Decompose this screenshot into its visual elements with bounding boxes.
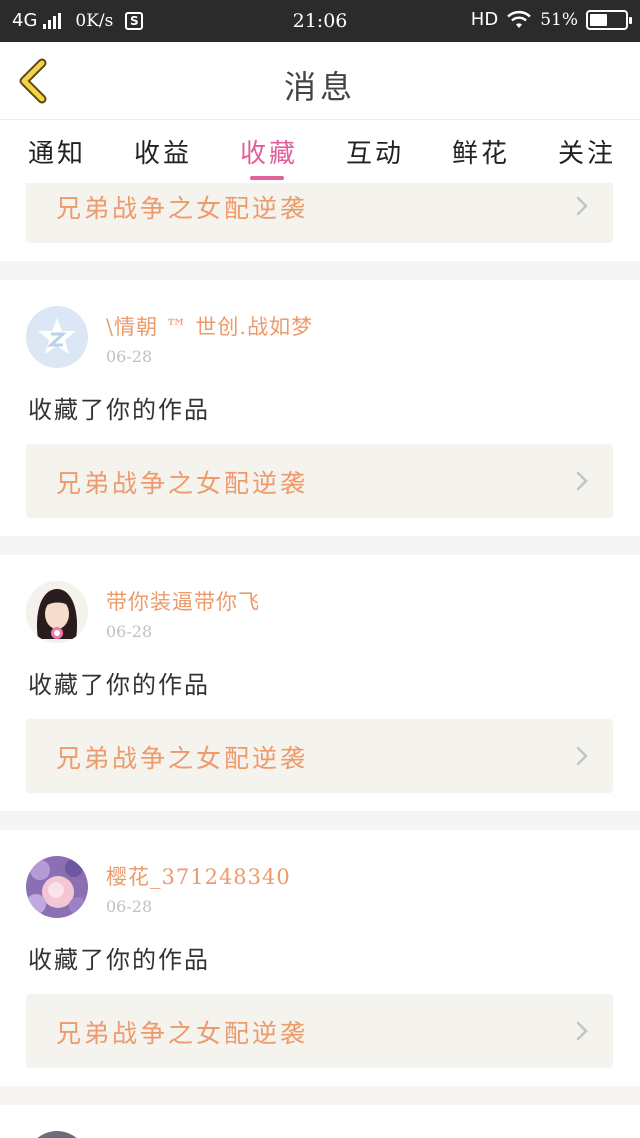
page-title: 消息	[283, 68, 356, 106]
username[interactable]: 樱花_371248340	[106, 861, 291, 891]
avatar[interactable]	[26, 306, 88, 368]
status-bar: 4G 0K/s S 21:06 HD 51%	[0, 0, 640, 42]
list-item-partial	[0, 1105, 640, 1138]
chevron-right-icon	[576, 746, 588, 766]
tab-flowers[interactable]: 鲜花	[452, 133, 510, 170]
work-card[interactable]: 兄弟战争之女配逆袭	[26, 444, 613, 518]
work-title: 兄弟战争之女配逆袭	[56, 194, 309, 223]
chevron-right-icon	[576, 196, 588, 216]
work-title: 兄弟战争之女配逆袭	[56, 744, 309, 773]
chevron-right-icon	[576, 1021, 588, 1041]
avatar[interactable]	[26, 856, 88, 918]
action-text: 收藏了你的作品	[28, 671, 210, 699]
battery-fill	[590, 13, 607, 26]
tab-interaction[interactable]: 互动	[346, 133, 404, 170]
tab-favorites[interactable]: 收藏	[240, 133, 298, 170]
username[interactable]: \情朝 ™ 世创.战如梦	[106, 311, 313, 341]
tab-notice[interactable]: 通知	[28, 133, 86, 170]
action-text: 收藏了你的作品	[28, 946, 210, 974]
work-card[interactable]: 兄弟战争之女配逆袭	[26, 994, 613, 1068]
work-card[interactable]: 兄弟战争之女配逆袭	[26, 183, 613, 243]
date: 06-28	[106, 347, 153, 366]
avatar[interactable]	[26, 581, 88, 643]
avatar[interactable]	[26, 1131, 88, 1138]
list-item: 樱花_371248340 06-28 收藏了你的作品 兄弟战争之女配逆袭	[0, 830, 640, 1086]
tab-bar: 通知 收益 收藏 互动 鲜花 关注	[0, 121, 640, 183]
header: 消息	[0, 42, 640, 120]
work-title: 兄弟战争之女配逆袭	[56, 1019, 309, 1048]
date: 06-28	[106, 897, 153, 916]
message-list[interactable]: 兄弟战争之女配逆袭 \情朝 ™ 世创.战如梦 06-28 收藏了你的作品 兄弟战…	[0, 183, 640, 1138]
tab-following[interactable]: 关注	[558, 133, 616, 170]
battery-percent: 51%	[540, 9, 578, 30]
girl-avatar-icon	[26, 581, 88, 643]
status-right: HD 51%	[470, 9, 632, 30]
flower-avatar-icon	[26, 856, 88, 918]
battery-icon	[586, 9, 632, 30]
chevron-right-icon	[576, 471, 588, 491]
list-item: \情朝 ™ 世创.战如梦 06-28 收藏了你的作品 兄弟战争之女配逆袭	[0, 280, 640, 536]
qq-default-avatar-icon	[26, 306, 88, 368]
work-title: 兄弟战争之女配逆袭	[56, 469, 309, 498]
list-item-partial: 兄弟战争之女配逆袭	[0, 183, 640, 261]
hd-label: HD	[470, 9, 499, 30]
active-tab-indicator	[250, 176, 284, 180]
tab-earnings[interactable]: 收益	[134, 133, 192, 170]
list-item: 带你装逼带你飞 06-28 收藏了你的作品 兄弟战争之女配逆袭	[0, 555, 640, 811]
action-text: 收藏了你的作品	[28, 396, 210, 424]
work-card[interactable]: 兄弟战争之女配逆袭	[26, 719, 613, 793]
wifi-icon	[507, 10, 532, 28]
username[interactable]: 带你装逼带你飞	[106, 586, 260, 616]
date: 06-28	[106, 622, 153, 641]
